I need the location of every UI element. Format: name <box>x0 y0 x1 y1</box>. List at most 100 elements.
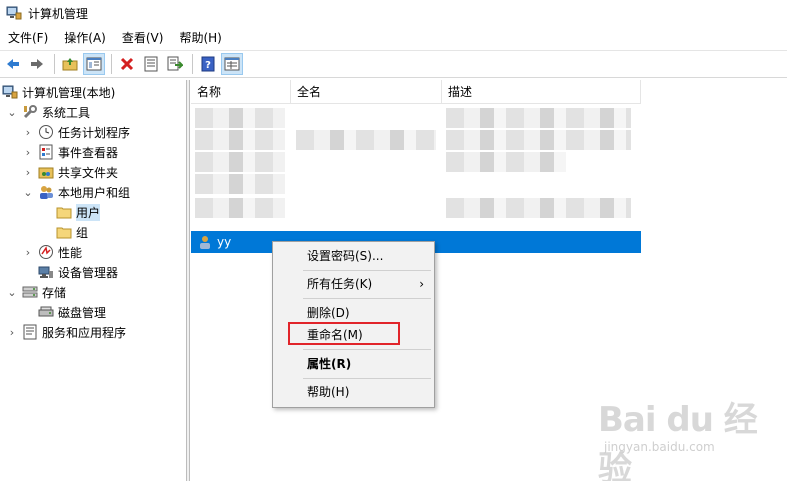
tree-item-services-apps[interactable]: › 服务和应用程序 <box>6 322 126 342</box>
pane-splitter[interactable] <box>187 80 190 481</box>
menu-action[interactable]: 操作(A) <box>56 28 114 48</box>
toolbar-separator <box>192 54 193 74</box>
column-header-full-name[interactable]: 全名 <box>291 80 442 104</box>
menu-separator <box>303 270 431 271</box>
list-item-redacted[interactable] <box>195 198 285 218</box>
tree-item-groups[interactable]: 组 <box>56 222 88 242</box>
list-item-redacted <box>446 152 566 172</box>
menu-file[interactable]: 文件(F) <box>0 28 56 48</box>
folder-icon <box>56 224 72 240</box>
list-item-redacted <box>296 130 436 150</box>
back-arrow-icon[interactable] <box>2 53 24 75</box>
tree-item-users[interactable]: 用户 <box>56 202 101 222</box>
list-item-redacted <box>446 108 631 128</box>
menu-item-properties[interactable]: 属性(R) <box>273 352 434 376</box>
chevron-right-icon[interactable]: › <box>22 146 34 159</box>
tree-label: 共享文件夹 <box>58 165 119 180</box>
watermark-brand: Bai du 经验 <box>598 400 758 481</box>
chevron-down-icon[interactable]: ⌄ <box>6 286 18 299</box>
tree-label: 磁盘管理 <box>58 305 107 320</box>
folder-icon <box>56 204 72 220</box>
tree-label: 服务和应用程序 <box>42 325 127 340</box>
toolbar: ? <box>0 50 787 78</box>
tree-item-device-manager[interactable]: 设备管理器 <box>38 262 118 282</box>
tree-item-computer-management[interactable]: 计算机管理(本地) <box>2 82 115 102</box>
watermark-url: jingyan.baidu.com <box>604 440 715 454</box>
menu-item-label: 所有任务(K) <box>307 277 373 291</box>
list-header: 名称 全名 描述 <box>191 80 641 104</box>
tree-label: 计算机管理(本地) <box>22 85 116 100</box>
menu-separator <box>303 298 431 299</box>
list-item-redacted[interactable] <box>195 174 285 194</box>
svg-text:?: ? <box>205 60 211 71</box>
menu-item-all-tasks[interactable]: 所有任务(K) › <box>273 272 434 296</box>
tree-item-storage[interactable]: ⌄ 存储 <box>6 282 66 302</box>
storage-icon <box>22 284 38 300</box>
chevron-right-icon[interactable]: › <box>22 126 34 139</box>
up-folder-icon[interactable] <box>59 53 81 75</box>
tree-label: 系统工具 <box>42 105 91 120</box>
chevron-right-icon[interactable]: › <box>6 326 18 339</box>
help-icon[interactable]: ? <box>197 53 219 75</box>
menu-separator <box>303 378 431 379</box>
event-viewer-icon <box>38 144 54 160</box>
column-header-name[interactable]: 名称 <box>191 80 291 104</box>
list-item-redacted <box>446 130 631 150</box>
details-view-icon[interactable] <box>221 53 243 75</box>
tree-item-performance[interactable]: › 性能 <box>22 242 82 262</box>
tools-icon <box>22 104 38 120</box>
forward-arrow-icon[interactable] <box>26 53 48 75</box>
chevron-down-icon[interactable]: ⌄ <box>6 106 18 119</box>
user-icon <box>197 234 213 250</box>
tree-item-task-scheduler[interactable]: › 任务计划程序 <box>22 122 130 142</box>
chevron-right-icon[interactable]: › <box>22 166 34 179</box>
tree-item-shared-folders[interactable]: › 共享文件夹 <box>22 162 118 182</box>
menu-view[interactable]: 查看(V) <box>114 28 172 48</box>
performance-icon <box>38 244 54 260</box>
shared-folder-icon <box>38 164 54 180</box>
computer-management-icon <box>6 5 22 21</box>
menu-item-help[interactable]: 帮助(H) <box>273 380 434 404</box>
title-bar: 计算机管理 <box>0 0 787 26</box>
tree-label: 组 <box>76 225 89 240</box>
tree-label: 存储 <box>42 285 67 300</box>
tree-label: 用户 <box>76 203 101 221</box>
list-item-redacted[interactable] <box>195 130 285 150</box>
user-name: yy <box>217 235 232 249</box>
list-item-redacted[interactable] <box>195 152 285 172</box>
tree-label: 性能 <box>58 245 83 260</box>
delete-icon[interactable] <box>116 53 138 75</box>
navigation-tree: 计算机管理(本地) ⌄ 系统工具 › 任务计划程序 › 事件查看器 › 共享文件… <box>0 80 187 481</box>
tree-item-disk-management[interactable]: 磁盘管理 <box>38 302 106 322</box>
tree-label: 本地用户和组 <box>58 185 131 200</box>
menu-item-set-password[interactable]: 设置密码(S)... <box>273 244 434 268</box>
show-hide-tree-icon[interactable] <box>83 53 105 75</box>
properties-icon[interactable] <box>140 53 162 75</box>
tree-label: 任务计划程序 <box>58 125 131 140</box>
tree-item-local-users-groups[interactable]: ⌄ 本地用户和组 <box>22 182 130 202</box>
list-item-redacted <box>446 198 631 218</box>
menu-separator <box>303 349 431 350</box>
baidu-watermark: Bai du 经验 jingyan.baidu.com <box>598 392 784 481</box>
export-list-icon[interactable] <box>164 53 186 75</box>
chevron-right-icon[interactable]: › <box>22 246 34 259</box>
chevron-right-icon: › <box>419 277 424 291</box>
device-manager-icon <box>38 264 54 280</box>
tree-label: 设备管理器 <box>58 265 119 280</box>
menu-help[interactable]: 帮助(H) <box>171 28 229 48</box>
tree-item-system-tools[interactable]: ⌄ 系统工具 <box>6 102 90 122</box>
chevron-down-icon[interactable]: ⌄ <box>22 186 34 199</box>
column-header-description[interactable]: 描述 <box>442 80 641 104</box>
toolbar-separator <box>54 54 55 74</box>
disk-icon <box>38 304 54 320</box>
toolbar-separator <box>111 54 112 74</box>
users-icon <box>38 184 54 200</box>
menu-bar: 文件(F) 操作(A) 查看(V) 帮助(H) <box>0 28 230 48</box>
computer-management-icon <box>2 84 18 100</box>
services-icon <box>22 324 38 340</box>
rename-highlight-box <box>288 322 400 345</box>
clock-icon <box>38 124 54 140</box>
list-item-redacted[interactable] <box>195 108 285 128</box>
window-title: 计算机管理 <box>28 6 89 21</box>
tree-item-event-viewer[interactable]: › 事件查看器 <box>22 142 118 162</box>
